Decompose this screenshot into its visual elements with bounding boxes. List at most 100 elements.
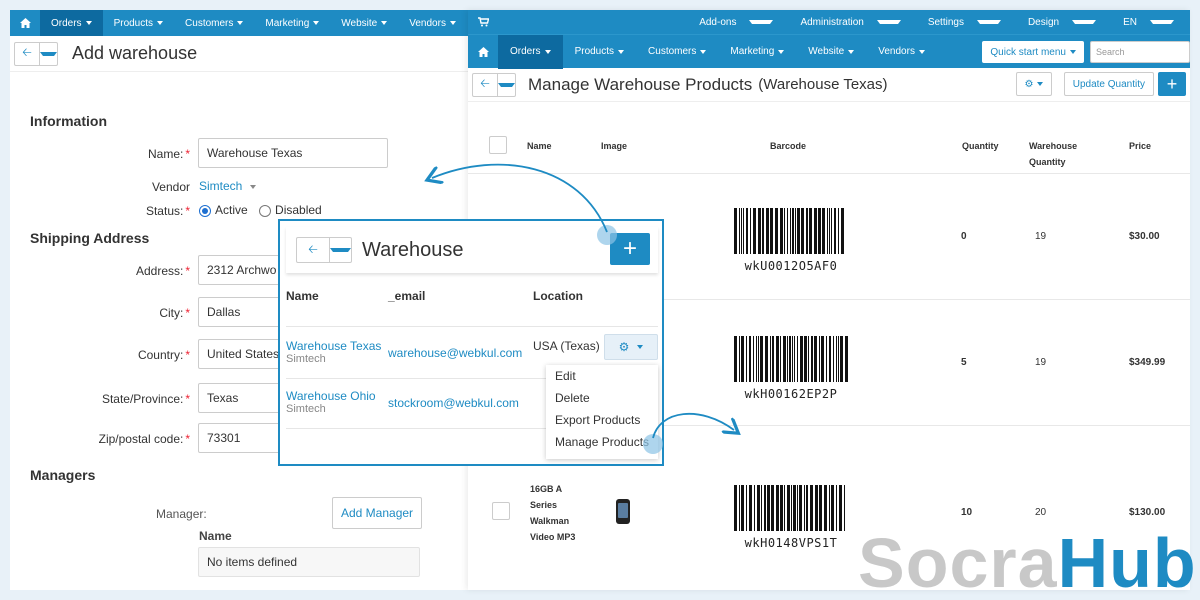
- back-arrow-icon[interactable]: 🡠: [297, 238, 329, 262]
- column-name: Name: [286, 289, 319, 303]
- nav-customers[interactable]: Customers: [636, 35, 718, 69]
- nav-vendors[interactable]: Vendors: [398, 10, 467, 36]
- gear-icon: ⚙: [1024, 78, 1034, 90]
- chevron-down-icon[interactable]: [329, 238, 351, 262]
- chevron-down-icon[interactable]: [39, 42, 57, 65]
- shipping-address-heading: Shipping Address: [30, 230, 150, 246]
- divider: [286, 428, 546, 429]
- nav-customers[interactable]: Customers: [174, 10, 254, 36]
- barcode-bars: [734, 485, 845, 531]
- nav-marketing[interactable]: Marketing: [254, 10, 330, 36]
- back-button-group: 🡠: [14, 41, 58, 66]
- add-button[interactable]: +: [1158, 72, 1186, 96]
- warehouse-quantity-value: 19: [1035, 231, 1047, 242]
- warehouse-texas-link[interactable]: Warehouse Texas: [286, 339, 381, 353]
- home-icon[interactable]: [468, 35, 498, 69]
- actions-dropdown-menu: Edit Delete Export Products Manage Produ…: [546, 365, 658, 459]
- topbar-settings[interactable]: Settings: [910, 17, 1010, 28]
- column-image: Image: [601, 141, 628, 151]
- email-link[interactable]: stockroom@webkul.com: [388, 396, 519, 410]
- chevron-down-icon[interactable]: [497, 73, 515, 96]
- address-input[interactable]: 2312 Archwo: [198, 255, 288, 285]
- managers-heading: Managers: [30, 467, 96, 483]
- warehouse-ohio-link[interactable]: Warehouse Ohio: [286, 389, 376, 403]
- price-value: $349.99: [1129, 357, 1166, 368]
- chevron-down-icon: [449, 21, 456, 25]
- topbar-administration[interactable]: Administration: [782, 17, 909, 28]
- barcode-bars: [734, 208, 844, 254]
- page-header: 🡠 Manage Warehouse Products (Warehouse T…: [468, 68, 1190, 102]
- quick-start-menu-button[interactable]: Quick start menu: [982, 41, 1084, 63]
- barcode-image: wkH00162EP2P: [726, 336, 856, 401]
- warehouse-quantity-value: 20: [1035, 507, 1047, 518]
- socrahub-logo: SocraHub: [858, 524, 1197, 600]
- product-name-link[interactable]: 16GB A Series Walkman Video MP3: [530, 481, 575, 545]
- nav-marketing[interactable]: Marketing: [718, 35, 796, 69]
- status-active-radio[interactable]: [199, 204, 211, 217]
- vendor-select[interactable]: Simtech: [199, 179, 257, 193]
- page-header: 🡠 Add warehouse: [10, 36, 480, 72]
- menu-item-export-products[interactable]: Export Products: [546, 409, 658, 431]
- warehouse-list-popup: 🡠 Warehouse + Name _email Location Wareh…: [278, 219, 664, 466]
- quantity-value: 0: [961, 231, 967, 242]
- zip-input[interactable]: 73301: [198, 423, 288, 453]
- popup-title: Warehouse: [362, 238, 464, 261]
- vendor-label: Vendor: [151, 180, 190, 194]
- price-value: $130.00: [1129, 507, 1166, 518]
- chevron-down-icon: [313, 21, 320, 25]
- column-location: Location: [533, 289, 583, 303]
- menu-item-delete[interactable]: Delete: [546, 387, 658, 409]
- column-email: _email: [388, 289, 426, 303]
- nav-website[interactable]: Website: [330, 10, 398, 36]
- country-label: Country: *: [137, 348, 190, 362]
- row-checkbox[interactable]: [492, 502, 510, 520]
- divider: [286, 378, 546, 379]
- nav-products[interactable]: Products: [563, 35, 636, 69]
- name-input[interactable]: Warehouse Texas: [198, 138, 388, 168]
- barcode-bars: [734, 336, 848, 382]
- topbar-addons[interactable]: Add-ons: [681, 17, 782, 28]
- nav-orders[interactable]: Orders: [498, 34, 563, 69]
- zip-label: Zip/postal code: *: [98, 432, 190, 446]
- city-input[interactable]: Dallas: [198, 297, 288, 327]
- highlight-dot: [597, 225, 617, 245]
- update-quantity-button[interactable]: Update Quantity: [1063, 72, 1154, 96]
- city-label: City: *: [159, 306, 190, 320]
- product-image[interactable]: [616, 499, 630, 524]
- column-warehouse-quantity: Warehouse Quantity: [1029, 141, 1078, 167]
- chevron-down-icon: [381, 21, 388, 25]
- chevron-down-icon: [85, 21, 92, 25]
- status-disabled-radio[interactable]: [259, 204, 272, 217]
- email-link[interactable]: warehouse@webkul.com: [388, 346, 522, 360]
- topbar-language[interactable]: EN: [1105, 17, 1190, 28]
- settings-gear-button[interactable]: ⚙: [1016, 72, 1052, 96]
- manager-label: Manager:: [156, 507, 207, 521]
- add-manager-button[interactable]: Add Manager: [332, 497, 423, 529]
- nav-orders[interactable]: Orders: [40, 10, 103, 36]
- back-button-group: 🡠: [296, 237, 352, 263]
- state-label: State/Province: *: [101, 392, 190, 406]
- back-arrow-icon[interactable]: 🡠: [473, 74, 497, 96]
- nav-vendors[interactable]: Vendors: [866, 35, 937, 69]
- top-bar: Add-ons Administration Settings Design E…: [468, 10, 1190, 34]
- status-label: Status: *: [145, 204, 190, 218]
- menu-item-manage-products[interactable]: Manage Products: [546, 431, 658, 453]
- name-label: Name: *: [147, 147, 190, 161]
- cart-icon[interactable]: [468, 17, 498, 27]
- select-all-checkbox[interactable]: [489, 136, 507, 154]
- price-value: $30.00: [1129, 231, 1160, 242]
- state-input[interactable]: Texas: [198, 383, 288, 413]
- back-arrow-icon[interactable]: 🡠: [15, 43, 39, 65]
- status-radio-group: Active Disabled: [199, 203, 322, 217]
- search-input[interactable]: Search: [1090, 41, 1190, 63]
- nav-website[interactable]: Website: [796, 35, 866, 69]
- topbar-design[interactable]: Design: [1010, 17, 1105, 28]
- menu-item-edit[interactable]: Edit: [546, 365, 658, 387]
- row-actions-button[interactable]: ⚙: [604, 334, 658, 360]
- home-icon[interactable]: [10, 10, 40, 36]
- barcode-image: wkU0012O5AF0: [726, 208, 856, 273]
- chevron-down-icon: [237, 21, 244, 25]
- nav-products[interactable]: Products: [103, 10, 174, 36]
- country-select[interactable]: United States: [198, 339, 288, 369]
- barcode-image: wkH0148VPS1T: [726, 485, 856, 550]
